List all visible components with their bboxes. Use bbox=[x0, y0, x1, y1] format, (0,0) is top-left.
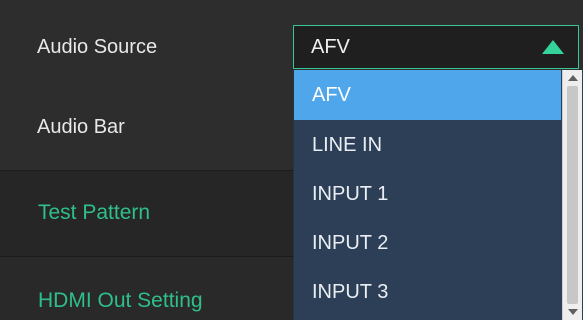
settings-panel: Audio Source Audio Bar AFV Test Pattern … bbox=[0, 0, 583, 320]
dropdown-option-line-in[interactable]: LINE IN bbox=[294, 120, 561, 170]
dropdown-option-input-3[interactable]: INPUT 3 bbox=[294, 267, 561, 317]
dropdown-scrollbar[interactable] bbox=[562, 70, 582, 320]
audio-source-label: Audio Source bbox=[37, 36, 158, 58]
scroll-down-arrow-icon[interactable] bbox=[568, 309, 578, 315]
dropdown-option-input-2[interactable]: INPUT 2 bbox=[294, 218, 561, 268]
audio-source-select[interactable]: AFV bbox=[293, 25, 579, 69]
audio-bar-label: Audio Bar bbox=[37, 116, 125, 138]
scrollbar-thumb[interactable] bbox=[567, 86, 578, 304]
test-pattern-label: Test Pattern bbox=[38, 201, 151, 224]
hdmi-out-setting-label: HDMI Out Setting bbox=[38, 289, 203, 312]
caret-up-icon[interactable] bbox=[542, 40, 564, 54]
audio-source-selected-value: AFV bbox=[311, 36, 350, 58]
scroll-up-arrow-icon[interactable] bbox=[568, 75, 578, 81]
audio-source-dropdown-list: AFV LINE IN INPUT 1 INPUT 2 INPUT 3 bbox=[293, 70, 583, 320]
dropdown-option-afv[interactable]: AFV bbox=[294, 70, 561, 120]
dropdown-option-input-1[interactable]: INPUT 1 bbox=[294, 169, 561, 219]
